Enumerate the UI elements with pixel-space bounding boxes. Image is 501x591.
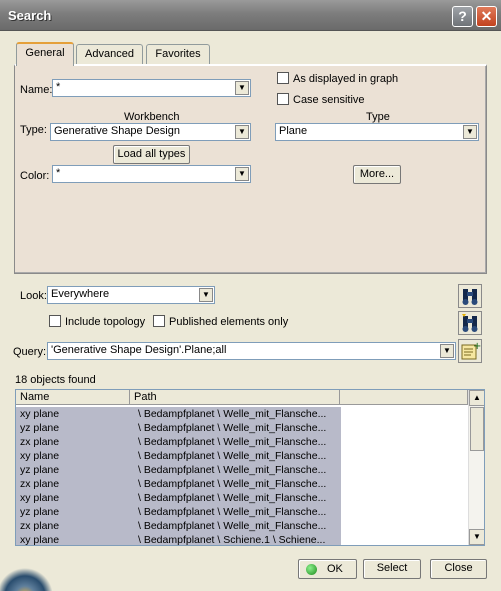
result-count: 18 objects found (15, 374, 96, 386)
row-name: zx plane (20, 520, 60, 532)
type-header: Type (366, 111, 390, 123)
scroll-down-icon[interactable]: ▼ (469, 529, 484, 545)
row-name: zx plane (20, 436, 60, 448)
query-value: 'Generative Shape Design'.Plane;all (51, 344, 227, 356)
row-path: \ Bedampfplanet \ Welle_mit_Flansche... (138, 464, 327, 476)
look-label: Look: (20, 290, 47, 302)
results-list[interactable]: Name Path xy plane \ Bedampfplanet \ Well… (15, 389, 485, 546)
title-bar: Search ? ✕ (0, 0, 501, 31)
chevron-down-icon[interactable]: ▼ (440, 344, 454, 358)
load-all-types-button[interactable]: Load all types (113, 145, 190, 164)
table-row[interactable]: yz plane \ Bedampfplanet \ Welle_mit_Flan… (16, 421, 341, 435)
bottom-bar (0, 556, 501, 591)
vertical-scrollbar[interactable]: ▲ ▼ (468, 390, 484, 545)
table-row[interactable]: zx plane \ Bedampfplanet \ Welle_mit_Flan… (16, 435, 341, 449)
row-path: \ Bedampfplanet \ Welle_mit_Flansche... (138, 506, 327, 518)
table-row[interactable]: yz plane \ Bedampfplanet \ Welle_mit_Flan… (16, 505, 341, 519)
ok-status-icon (306, 564, 317, 575)
row-name: xy plane (20, 534, 60, 546)
as-displayed-label: As displayed in graph (293, 73, 399, 85)
workbench-header: Workbench (124, 111, 180, 123)
color-label: Color: (20, 170, 50, 182)
workbench-value: Generative Shape Design (54, 125, 180, 137)
table-row[interactable]: zx plane \ Bedampfplanet \ Welle_mit_Flan… (16, 519, 341, 533)
include-topology-checkbox[interactable] (49, 315, 61, 327)
row-path: \ Bedampfplanet \ Welle_mit_Flansche... (138, 422, 327, 434)
table-row[interactable]: yz plane \ Bedampfplanet \ Welle_mit_Flan… (16, 463, 341, 477)
include-topology-label: Include topology (65, 316, 146, 328)
name-value: * (56, 81, 61, 93)
row-path: \ Bedampfplanet \ Welle_mit_Flansche... (138, 436, 327, 448)
row-path: \ Bedampfplanet \ Welle_mit_Flansche... (138, 478, 327, 490)
more-button[interactable]: More... (353, 165, 401, 184)
table-row[interactable]: xy plane \ Bedampfplanet \ Welle_mit_Flan… (16, 407, 341, 421)
row-name: yz plane (20, 422, 60, 434)
case-sensitive-label: Case sensitive (293, 94, 365, 106)
color-combo[interactable]: * ▼ (52, 165, 251, 183)
catia-logo-icon (0, 556, 52, 591)
svg-text:+: + (473, 341, 481, 352)
query-label: Query: (13, 346, 47, 358)
ok-label: OK (327, 563, 343, 575)
row-name: zx plane (20, 478, 60, 490)
chevron-down-icon[interactable]: ▼ (235, 125, 249, 139)
select-button[interactable]: Select (363, 559, 421, 579)
table-row[interactable]: xy plane \ Bedampfplanet \ Welle_mit_Flan… (16, 449, 341, 463)
table-row[interactable]: zx plane \ Bedampfplanet \ Welle_mit_Flan… (16, 477, 341, 491)
column-header-name[interactable]: Name (16, 390, 130, 405)
scroll-thumb[interactable] (470, 407, 484, 451)
chevron-down-icon[interactable]: ▼ (235, 167, 249, 181)
look-combo[interactable]: Everywhere ▼ (47, 286, 215, 304)
case-sensitive-checkbox[interactable] (277, 93, 289, 105)
as-displayed-checkbox[interactable] (277, 72, 289, 84)
tab-general[interactable]: General (16, 42, 74, 66)
binoculars-icon[interactable] (458, 284, 482, 308)
name-combo[interactable]: * ▼ (52, 79, 251, 97)
ok-button[interactable]: OK (298, 559, 357, 579)
row-path: \ Bedampfplanet \ Welle_mit_Flansche... (138, 450, 327, 462)
column-header-empty (340, 390, 468, 405)
table-row[interactable]: xy plane \ Bedampfplanet \ Schiene.1 \ Sc… (16, 533, 341, 546)
query-combo[interactable]: 'Generative Shape Design'.Plane;all ▼ (47, 342, 456, 360)
row-name: yz plane (20, 464, 60, 476)
binoculars-search-icon[interactable] (458, 311, 482, 335)
close-button[interactable]: Close (430, 559, 487, 579)
look-value: Everywhere (51, 288, 110, 300)
type-combo[interactable]: Plane ▼ (275, 123, 479, 141)
type-label: Type: (20, 124, 47, 136)
row-path: \ Bedampfplanet \ Welle_mit_Flansche... (138, 520, 327, 532)
chevron-down-icon[interactable]: ▼ (199, 288, 213, 302)
row-name: xy plane (20, 450, 60, 462)
scroll-up-icon[interactable]: ▲ (469, 390, 484, 406)
tab-favorites[interactable]: Favorites (146, 44, 210, 65)
row-path: \ Bedampfplanet \ Welle_mit_Flansche... (138, 408, 327, 420)
tab-advanced[interactable]: Advanced (76, 44, 143, 65)
published-only-label: Published elements only (169, 316, 289, 328)
add-favorite-icon[interactable]: + (458, 339, 482, 363)
help-button[interactable]: ? (452, 6, 473, 27)
published-only-checkbox[interactable] (153, 315, 165, 327)
table-row[interactable]: xy plane \ Bedampfplanet \ Welle_mit_Flan… (16, 491, 341, 505)
row-name: xy plane (20, 492, 60, 504)
chevron-down-icon[interactable]: ▼ (463, 125, 477, 139)
chevron-down-icon[interactable]: ▼ (235, 81, 249, 95)
workbench-combo[interactable]: Generative Shape Design ▼ (50, 123, 251, 141)
row-path: \ Bedampfplanet \ Schiene.1 \ Schiene... (138, 534, 326, 546)
row-name: xy plane (20, 408, 60, 420)
column-header-path[interactable]: Path (130, 390, 340, 405)
row-path: \ Bedampfplanet \ Welle_mit_Flansche... (138, 492, 327, 504)
row-name: yz plane (20, 506, 60, 518)
name-label: Name: (20, 84, 53, 96)
window-title: Search (8, 8, 52, 23)
close-window-button[interactable]: ✕ (476, 6, 497, 27)
type-value: Plane (279, 125, 308, 137)
color-value: * (56, 167, 61, 179)
